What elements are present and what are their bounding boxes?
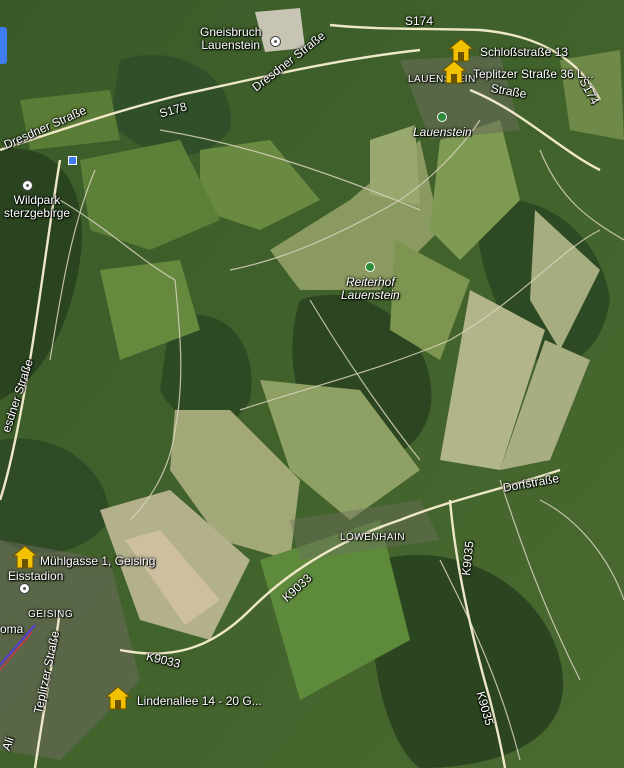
place-reiterhof: Reiterhof Lauenstein xyxy=(341,275,400,302)
place-eisstadion: Eisstadion xyxy=(8,569,64,583)
satellite-terrain xyxy=(0,0,624,768)
marker-label-schlossstrasse[interactable]: Schloßstraße 13 xyxy=(480,46,568,59)
marker-label-lindenallee[interactable]: Lindenallee 14 - 20 G... xyxy=(137,695,262,708)
wildpark-poi-icon[interactable] xyxy=(22,180,33,191)
panel-toggle-tab[interactable] xyxy=(0,27,7,64)
quarry-poi-icon[interactable] xyxy=(270,36,281,47)
house-marker-icon[interactable] xyxy=(441,60,467,84)
house-marker-icon[interactable] xyxy=(105,686,131,710)
marker-label-teplitzer[interactable]: Teplitzer Straße 36 L... xyxy=(473,68,594,81)
lauenstein-park-icon[interactable] xyxy=(437,112,447,122)
reiterhof-poi-icon[interactable] xyxy=(365,262,375,272)
place-wildpark: Wildpark sterzgebirge xyxy=(4,193,71,220)
road-label-s174: S174 xyxy=(405,14,434,28)
eisstadion-poi-icon[interactable] xyxy=(19,583,30,594)
house-marker-icon[interactable] xyxy=(448,38,474,62)
place-lauenstein: Lauenstein xyxy=(413,125,472,139)
marker-label-muehlgasse[interactable]: Mühlgasse 1, Geising xyxy=(40,555,155,568)
place-oma: oma xyxy=(0,622,24,636)
town-loewenhain: LÖWENHAIN xyxy=(340,532,406,543)
place-gneisbruch: Gneisbruch Lauenstein xyxy=(200,25,262,52)
house-marker-icon[interactable] xyxy=(12,545,38,569)
town-geising: GEISING xyxy=(28,609,74,620)
bus-stop-icon[interactable] xyxy=(68,156,77,165)
map-view[interactable]: Gneisbruch Lauenstein Wildpark sterzgebi… xyxy=(0,0,624,768)
